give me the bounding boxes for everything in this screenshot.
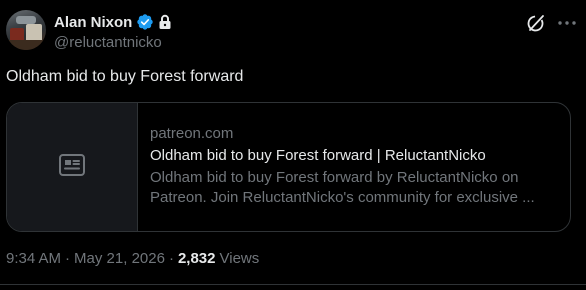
lock-icon — [158, 14, 172, 30]
post-meta: 9:34 AM · May 21, 2026 · 2,832 Views — [6, 250, 259, 267]
card-domain: patreon.com — [150, 125, 234, 142]
views-count[interactable]: 2,832 — [178, 250, 216, 267]
more-icon[interactable] — [556, 12, 578, 34]
grok-icon[interactable] — [525, 12, 547, 34]
card-thumbnail[interactable] — [7, 103, 138, 231]
meta-separator: · — [168, 250, 174, 267]
avatar[interactable] — [6, 10, 46, 50]
link-card[interactable]: patreon.com Oldham bid to buy Forest for… — [6, 102, 571, 232]
divider — [0, 284, 586, 285]
card-body[interactable]: patreon.com Oldham bid to buy Forest for… — [138, 103, 570, 231]
post-date[interactable]: May 21, 2026 — [74, 250, 165, 267]
article-icon — [58, 153, 86, 182]
author-handle[interactable]: @reluctantnicko — [54, 34, 162, 51]
author-row: Alan Nixon — [54, 12, 172, 32]
views-label: Views — [219, 250, 260, 267]
post-text: Oldham bid to buy Forest forward — [6, 68, 244, 85]
meta-separator: · — [65, 250, 71, 267]
verified-badge-icon[interactable] — [136, 13, 154, 31]
post-time[interactable]: 9:34 AM — [6, 250, 61, 267]
author-name[interactable]: Alan Nixon — [54, 14, 132, 31]
card-title: Oldham bid to buy Forest forward | Reluc… — [150, 147, 486, 164]
post: Alan Nixon @reluctantnicko Oldham bid to… — [0, 0, 586, 290]
card-description: Oldham bid to buy Forest forward by Relu… — [150, 169, 535, 206]
